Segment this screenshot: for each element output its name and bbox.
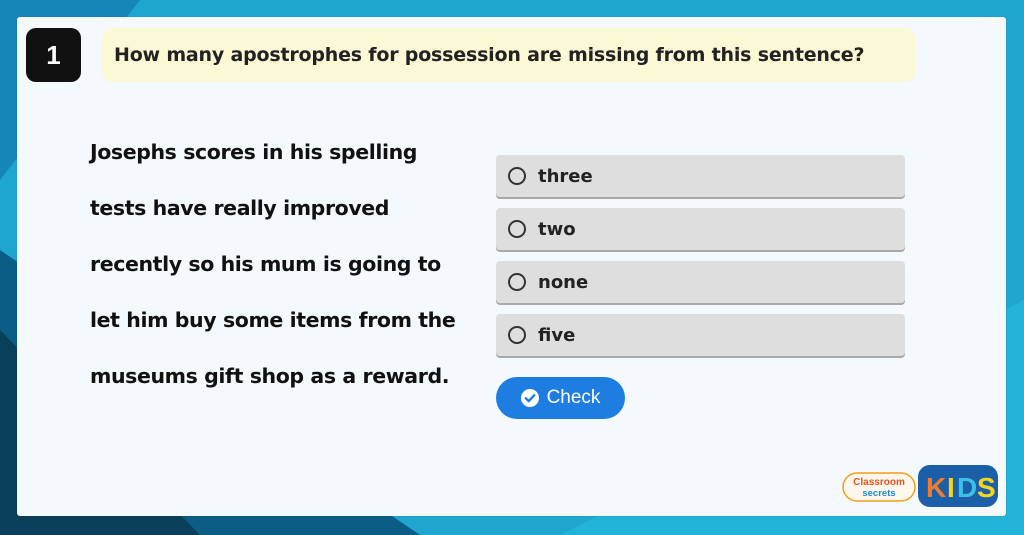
classroom-secrets-logo: Classroom secrets: [842, 472, 916, 502]
radio-icon[interactable]: [508, 273, 526, 291]
svg-text:K: K: [926, 472, 946, 503]
option-five[interactable]: five: [496, 314, 905, 356]
radio-icon[interactable]: [508, 326, 526, 344]
option-three[interactable]: three: [496, 155, 905, 197]
passage-line: recently so his mum is going to: [90, 252, 441, 276]
option-label: two: [538, 218, 576, 240]
check-button-label: Check: [546, 387, 601, 408]
svg-text:D: D: [957, 472, 977, 503]
passage-line: tests have really improved: [90, 196, 390, 220]
check-circle-icon: [520, 389, 539, 407]
option-none[interactable]: none: [496, 261, 905, 303]
option-label: three: [538, 165, 593, 187]
kids-logo: K I D S: [918, 465, 998, 507]
passage-line: museums gift shop as a reward.: [90, 364, 450, 388]
passage-line: Josephs scores in his spelling: [90, 140, 418, 164]
passage-line: let him buy some items from the: [90, 308, 456, 332]
passage: Josephs scores in his spelling tests hav…: [90, 124, 470, 404]
question-number: 1: [26, 28, 81, 82]
option-label: five: [538, 324, 576, 346]
check-button[interactable]: Check: [496, 377, 625, 419]
svg-text:S: S: [977, 472, 996, 503]
radio-icon[interactable]: [508, 220, 526, 238]
svg-text:I: I: [947, 472, 955, 503]
svg-text:secrets: secrets: [862, 488, 895, 499]
option-label: none: [538, 271, 589, 293]
question-text: How many apostrophes for possession are …: [102, 28, 915, 82]
svg-text:Classroom: Classroom: [853, 477, 905, 488]
radio-icon[interactable]: [508, 167, 526, 185]
option-two[interactable]: two: [496, 208, 905, 250]
